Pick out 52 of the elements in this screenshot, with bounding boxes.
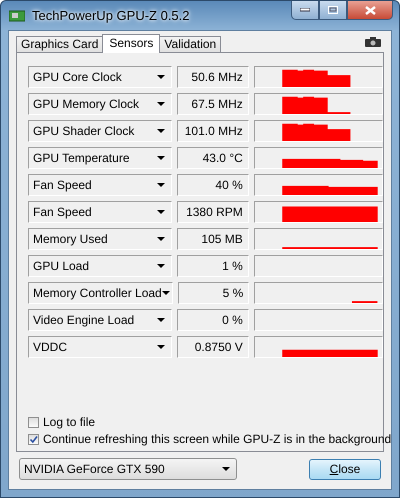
window-title: TechPowerUp GPU-Z 0.5.2 [32,8,190,23]
sensor-dropdown[interactable]: GPU Core Clock [28,66,172,88]
sensor-dropdown[interactable]: Memory Used [28,228,172,250]
dropdown-arrow-icon [157,237,166,241]
close-icon [364,6,376,14]
sensor-value: 1 % [177,255,249,277]
minimize-button[interactable] [291,1,319,20]
sensor-value: 5 % [178,282,250,304]
maximize-button[interactable] [319,1,347,20]
tab[interactable]: Sensors [102,34,160,53]
checkbox-label: Continue refreshing this screen while GPU-Z is in the background [43,432,392,446]
checkbox-label: Log to file [43,415,96,429]
dropdown-arrow-icon [157,264,166,268]
dropdown-arrow-icon [157,318,166,322]
minimize-icon [300,8,310,12]
sensor-value: 50.6 MHz [177,66,249,88]
checkbox[interactable] [28,416,39,428]
dropdown-arrow-icon [222,467,230,471]
dropdown-arrow-icon [162,291,170,295]
dropdown-arrow-icon [157,210,166,214]
close-button[interactable]: Close [309,458,381,480]
sensor-value: 101.0 MHz [177,120,249,142]
checkbox[interactable] [28,434,39,444]
sensor-dropdown[interactable]: Memory Controller Load [28,282,173,304]
gpu-dropdown[interactable]: NVIDIA GeForce GTX 590 [19,458,237,480]
sensor-value: 0 % [177,309,249,331]
tab[interactable]: Validation [159,36,222,52]
sensor-dropdown[interactable]: Fan Speed [28,201,172,223]
dropdown-arrow-icon [157,75,166,79]
maximize-icon [328,6,338,14]
sensor-dropdown[interactable]: Video Engine Load [28,309,172,331]
dropdown-arrow-icon [157,183,166,187]
graphics-card-icon [9,10,25,22]
dropdown-arrow-icon [157,129,166,133]
sensor-value: 105 MB [177,228,249,250]
dropdown-arrow-icon [157,345,166,349]
sensor-value: 40 % [177,174,249,196]
sensor-dropdown[interactable]: VDDC [28,336,172,358]
sensor-dropdown[interactable]: GPU Shader Clock [28,120,172,142]
sensor-value: 67.5 MHz [177,93,249,115]
sensor-value: 1380 RPM [177,201,249,223]
sensor-dropdown[interactable]: Fan Speed [28,174,172,196]
sensor-value: 0.8750 V [177,336,249,358]
sensor-dropdown[interactable]: GPU Memory Clock [28,93,172,115]
close-window-button[interactable] [347,1,393,20]
sensor-value: 43.0 °C [177,147,249,169]
camera-icon[interactable] [365,37,381,47]
dropdown-arrow-icon [157,102,166,106]
sensor-dropdown[interactable]: GPU Temperature [28,147,172,169]
dropdown-arrow-icon [157,156,166,160]
sensor-dropdown[interactable]: GPU Load [28,255,172,277]
tab[interactable]: Graphics Card [16,36,104,52]
